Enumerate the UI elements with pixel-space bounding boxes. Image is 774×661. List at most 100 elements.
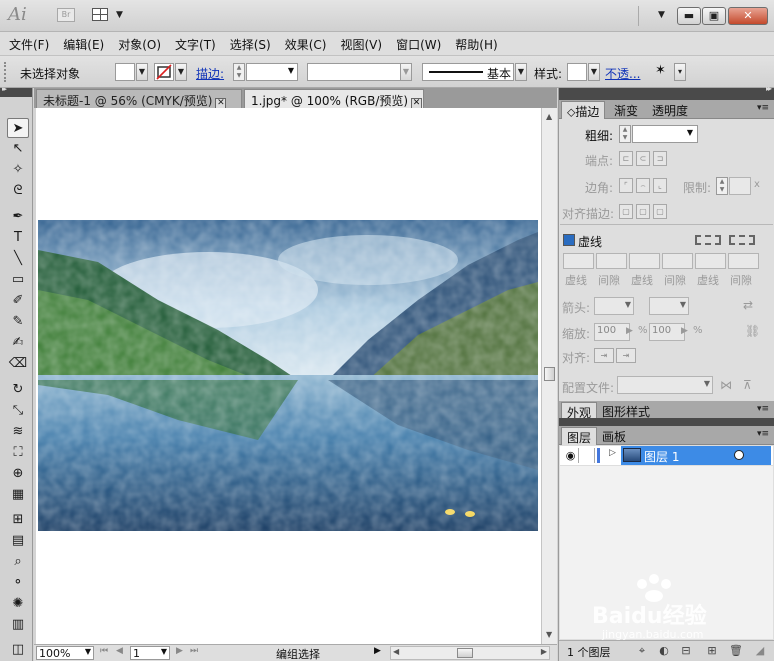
lock-toggle[interactable]: [581, 448, 595, 463]
end-arrowhead-dropdown-icon[interactable]: ▼: [680, 300, 686, 309]
paintbrush-tool[interactable]: ✐: [7, 291, 29, 311]
expand-layer-icon[interactable]: ▷: [609, 448, 616, 458]
tools-panel-header[interactable]: [0, 85, 32, 97]
document-canvas[interactable]: [36, 108, 541, 644]
scroll-down-icon[interactable]: ▼: [546, 630, 552, 639]
graphic-style-swatch[interactable]: [567, 63, 587, 81]
resize-grip-icon[interactable]: ◢: [753, 644, 767, 658]
scroll-left-icon[interactable]: ◀: [393, 647, 399, 656]
blob-brush-tool[interactable]: ✍: [7, 333, 29, 353]
layers-panel-menu-icon[interactable]: ▾≡: [757, 429, 769, 439]
minimize-button[interactable]: ▬: [677, 7, 701, 25]
menu-file[interactable]: 文件(F): [4, 32, 54, 55]
first-artboard-icon[interactable]: ⏮: [100, 646, 108, 656]
scroll-up-icon[interactable]: ▲: [546, 112, 552, 121]
menu-edit[interactable]: 编辑(E): [58, 32, 109, 55]
brush-dropdown-icon[interactable]: ▼: [515, 63, 527, 81]
rotate-tool[interactable]: ↻: [7, 380, 29, 400]
bridge-button[interactable]: Br: [57, 8, 75, 22]
eraser-tool[interactable]: ⌫: [7, 354, 29, 374]
line-segment-tool[interactable]: ╲: [7, 249, 29, 269]
stroke-weight-field[interactable]: ▼: [246, 63, 298, 81]
symbol-sprayer-tool[interactable]: ✺: [7, 594, 29, 614]
dash-field-1[interactable]: [563, 253, 594, 269]
arrow-extend-icon[interactable]: ⇥: [594, 348, 614, 363]
end-arrowhead-field[interactable]: ▼: [649, 297, 689, 315]
round-cap-icon[interactable]: ⊂: [636, 151, 650, 166]
dashed-line-checkbox[interactable]: [563, 234, 575, 246]
stroke-panel-link[interactable]: 描边:: [196, 65, 224, 82]
weight-dropdown-icon[interactable]: ▼: [687, 128, 693, 137]
zoom-dropdown-icon[interactable]: ▼: [85, 647, 91, 656]
scroll-right-icon[interactable]: ▶: [541, 647, 547, 656]
tab-gradient[interactable]: 渐变: [609, 101, 643, 119]
stroke-dropdown-icon[interactable]: ▼: [175, 63, 187, 81]
stroke-swatch[interactable]: [154, 63, 174, 81]
menu-effect[interactable]: 效果(C): [280, 32, 332, 55]
start-scale-menu-icon[interactable]: ▶: [626, 326, 633, 336]
zoom-field[interactable]: 100% ▼: [36, 646, 94, 660]
start-arrowhead-dropdown-icon[interactable]: ▼: [625, 300, 631, 309]
opacity-panel-link[interactable]: 不透...: [605, 65, 640, 82]
fill-swatch[interactable]: [115, 63, 135, 81]
direct-selection-tool[interactable]: ↖: [7, 139, 29, 159]
end-scale-field[interactable]: 100: [649, 323, 685, 341]
shape-builder-tool[interactable]: ⊕: [7, 464, 29, 484]
end-scale-menu-icon[interactable]: ▶: [681, 326, 688, 336]
layer-target-icon[interactable]: [734, 450, 744, 460]
arrange-dropdown-icon[interactable]: ▼: [116, 10, 123, 20]
bevel-join-icon[interactable]: ⌞: [653, 178, 667, 193]
round-join-icon[interactable]: ⌢: [636, 178, 650, 193]
arrange-documents-icon[interactable]: [92, 8, 108, 21]
perspective-grid-tool[interactable]: ▦: [7, 485, 29, 505]
magic-wand-tool[interactable]: ✧: [7, 160, 29, 180]
layers-panel-header[interactable]: [559, 418, 774, 426]
close-button[interactable]: ✕: [728, 7, 768, 25]
pencil-tool[interactable]: ✎: [7, 312, 29, 332]
menu-help[interactable]: 帮助(H): [450, 32, 502, 55]
start-arrowhead-field[interactable]: ▼: [594, 297, 634, 315]
tab-document-1jpg[interactable]: 1.jpg* @ 100% (RGB/预览) ✕: [244, 89, 424, 109]
weight-spinner[interactable]: ▲ ▼: [619, 125, 631, 143]
limit-spinner[interactable]: ▲ ▼: [716, 177, 728, 195]
butt-cap-icon[interactable]: ⊏: [619, 151, 633, 166]
variable-width-dropdown-icon[interactable]: ▼: [400, 63, 412, 81]
stroke-weight-spinner[interactable]: ▲ ▼: [233, 63, 245, 81]
tab-stroke[interactable]: ⬦描边: [561, 101, 606, 119]
menu-select[interactable]: 选择(S): [225, 32, 276, 55]
profile-dropdown-icon[interactable]: ▼: [704, 379, 710, 388]
gradient-tool[interactable]: ▤: [7, 531, 29, 551]
maximize-button[interactable]: ▣: [702, 7, 726, 25]
link-scale-icon[interactable]: ⛓: [745, 324, 760, 338]
pen-tool[interactable]: ✒: [7, 207, 29, 227]
artboard-number-field[interactable]: 1 ▼: [130, 646, 170, 660]
scale-tool[interactable]: ⤡: [7, 401, 29, 421]
control-menu-icon[interactable]: ▾: [674, 63, 686, 81]
flip-along-icon[interactable]: ⋈: [720, 378, 732, 392]
next-artboard-icon[interactable]: ▶: [176, 646, 183, 656]
panel-dock-header[interactable]: ▸▸: [559, 84, 774, 100]
miter-join-icon[interactable]: ⌜: [619, 178, 633, 193]
horizontal-scroll-thumb[interactable]: [457, 648, 473, 658]
menu-type[interactable]: 文字(T): [170, 32, 221, 55]
artboard-tool[interactable]: ◫: [7, 640, 29, 660]
stroke-weight-dropdown-icon[interactable]: ▼: [288, 66, 294, 75]
align-center-icon[interactable]: ▢: [619, 204, 633, 219]
selection-tool[interactable]: ➤: [7, 118, 29, 138]
start-scale-field[interactable]: 100: [594, 323, 630, 341]
projecting-cap-icon[interactable]: ⊐: [653, 151, 667, 166]
flip-across-icon[interactable]: ⊼: [743, 378, 752, 392]
horizontal-scrollbar[interactable]: ◀ ▶: [390, 646, 550, 660]
status-menu-icon[interactable]: ▶: [374, 646, 381, 656]
panel-menu-icon[interactable]: ▾≡: [757, 103, 769, 113]
previous-artboard-icon[interactable]: ◀: [116, 646, 123, 656]
lasso-tool[interactable]: ᘓ: [7, 181, 29, 201]
dash-preserve-icon[interactable]: [695, 235, 721, 245]
rectangle-tool[interactable]: ▭: [7, 270, 29, 290]
layer-row[interactable]: ◉ ▷ 图层 1: [560, 446, 773, 465]
fill-dropdown-icon[interactable]: ▼: [136, 63, 148, 81]
tab-layers[interactable]: 图层: [561, 427, 598, 445]
dash-field-2[interactable]: [629, 253, 660, 269]
gap-field-1[interactable]: [596, 253, 627, 269]
dash-field-3[interactable]: [695, 253, 726, 269]
